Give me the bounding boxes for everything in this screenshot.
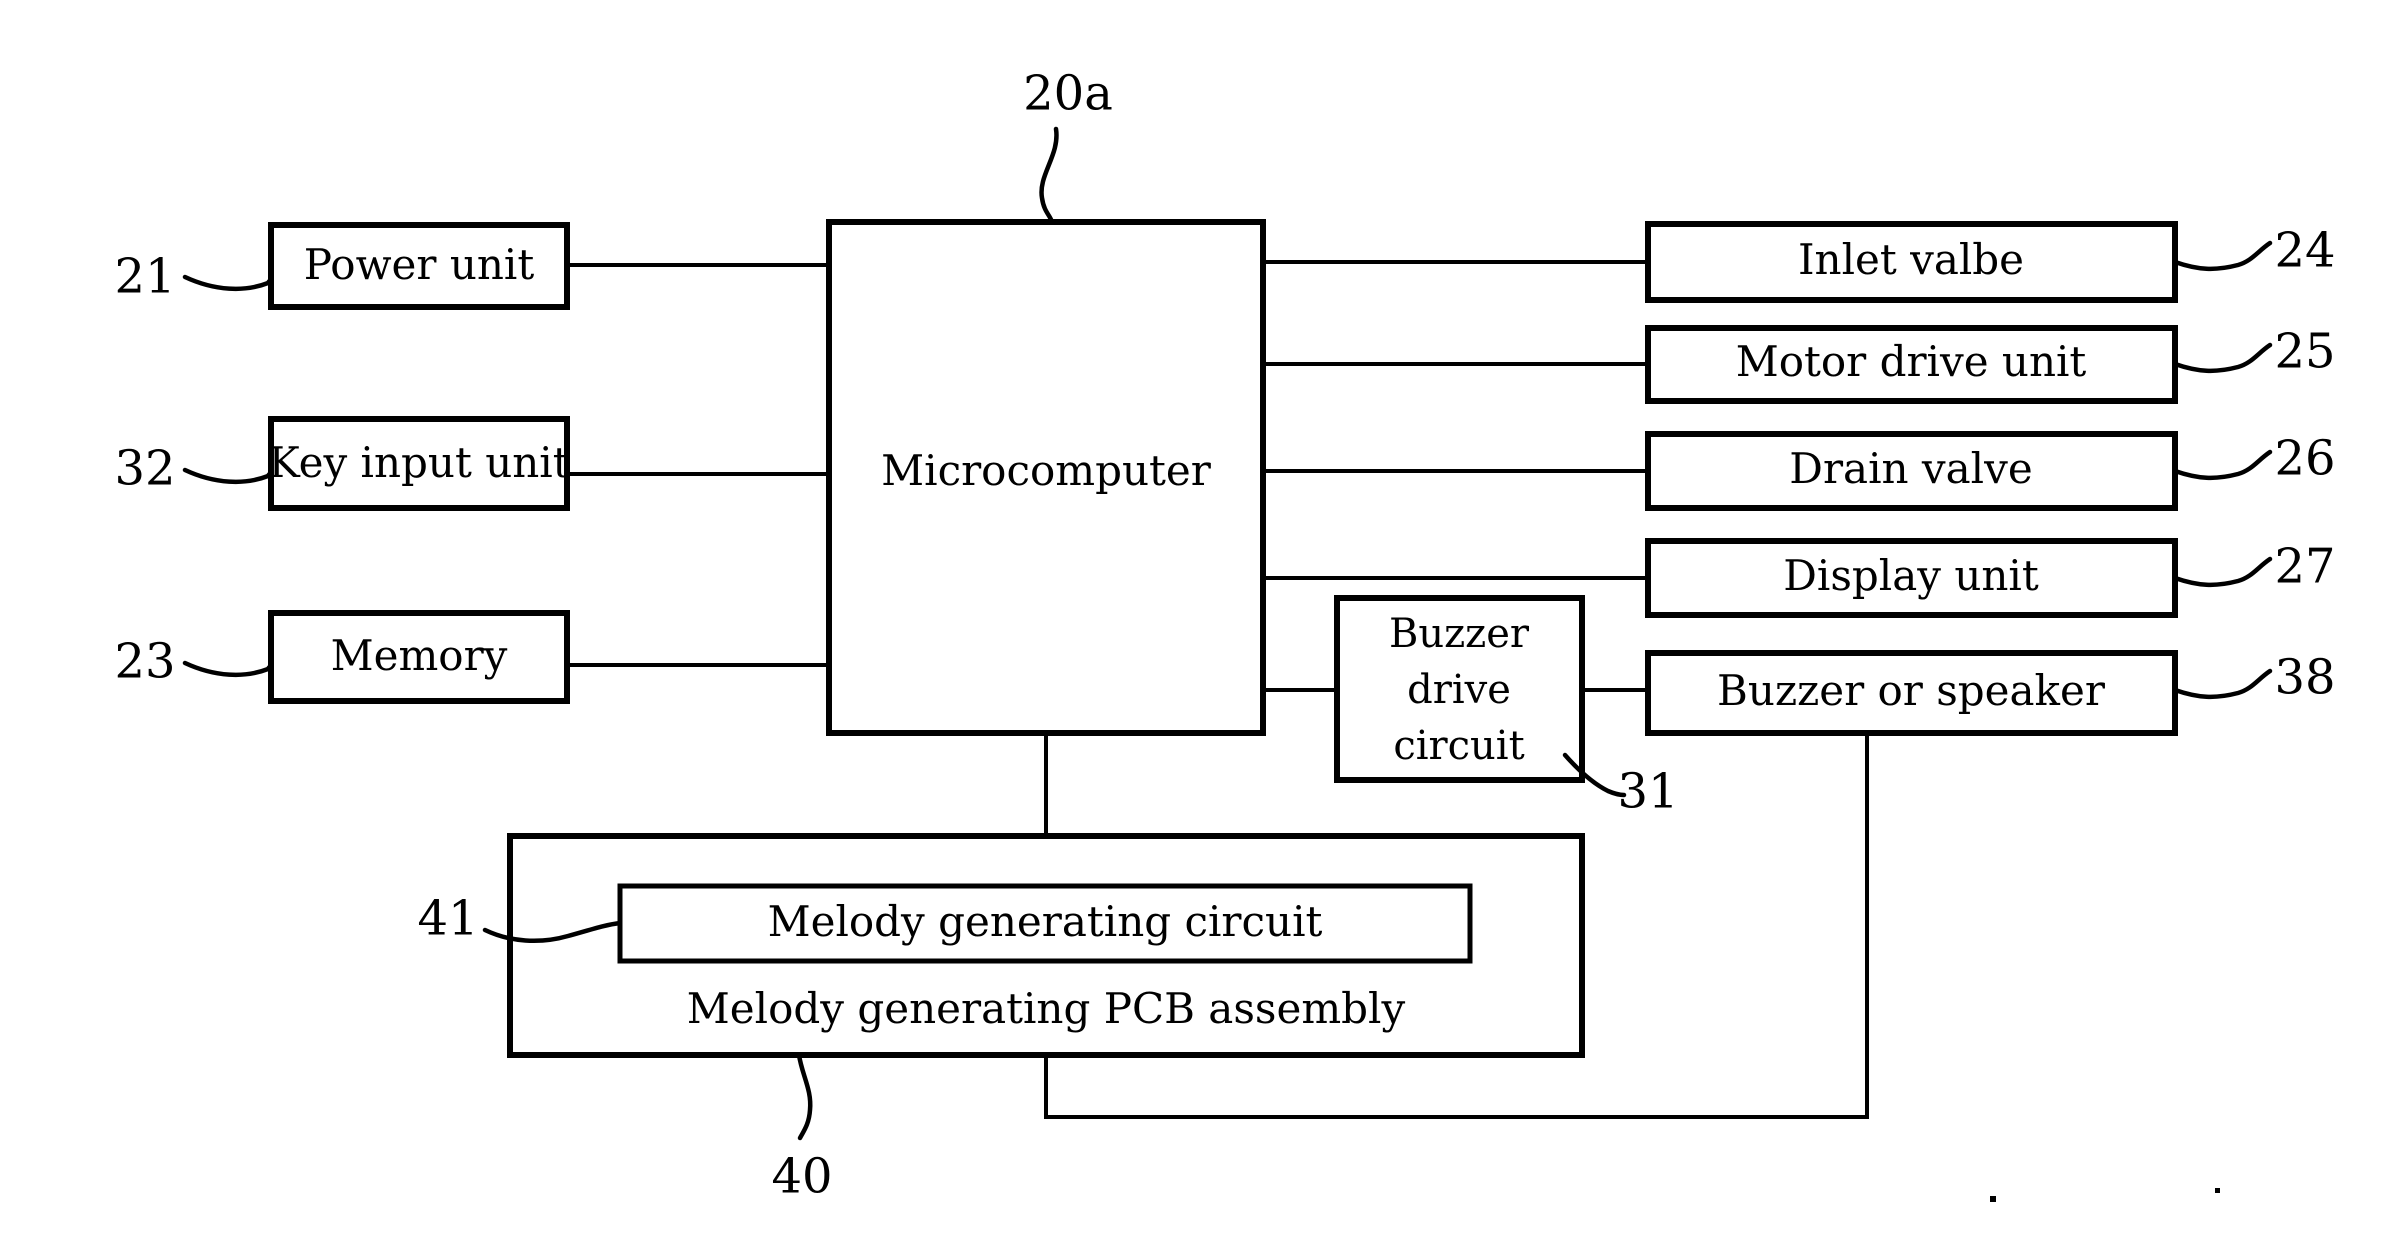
leader-line-40 (796, 1052, 813, 1141)
reference-marker-38: 38 (2172, 650, 2336, 706)
block-buzzer-drive-circuit[interactable]: Buzzer drive circuit (1334, 595, 1585, 783)
microcomputer-label: Microcomputer (881, 446, 1212, 495)
reference-marker-23: 23 (114, 634, 274, 690)
reference-marker-27: 27 (2172, 539, 2336, 595)
reference-number-26: 26 (2274, 431, 2335, 487)
block-inlet-valve[interactable]: Inlet valbe (1645, 221, 2178, 303)
buzzer-drive-circuit-label-line3: circuit (1393, 723, 1524, 769)
reference-number-40: 40 (771, 1149, 832, 1205)
leader-line-25 (2172, 342, 2273, 374)
right-column-blocks: Inlet valbe Motor drive unit Drain valve… (1645, 221, 2178, 736)
patent-figure-canvas: Power unit Key input unit Memory Microco… (0, 0, 2388, 1240)
reference-number-23: 23 (114, 634, 175, 690)
left-column-blocks: Power unit Key input unit Memory (268, 222, 570, 704)
leader-line-20a (1039, 126, 1059, 225)
reference-number-32: 32 (114, 441, 175, 497)
reference-number-25: 25 (2274, 324, 2335, 380)
reference-number-24: 24 (2274, 223, 2335, 279)
reference-number-38: 38 (2274, 650, 2335, 706)
drain-valve-label: Drain valve (1789, 444, 2032, 493)
block-memory[interactable]: Memory (268, 610, 570, 704)
leader-line-38 (2172, 668, 2273, 700)
melody-generating-pcb-label: Melody generating PCB assembly (687, 984, 1406, 1033)
memory-label: Memory (331, 631, 508, 680)
reference-marker-32: 32 (114, 441, 274, 497)
melody-generating-circuit-label: Melody generating circuit (768, 897, 1323, 946)
scan-artifact-dot-far-right (2215, 1188, 2220, 1193)
buzzer-or-speaker-label: Buzzer or speaker (1717, 666, 2106, 715)
block-power-unit[interactable]: Power unit (268, 222, 570, 310)
buzzer-drive-circuit-label-line1: Buzzer (1389, 611, 1530, 657)
block-diagram-svg: Power unit Key input unit Memory Microco… (114, 66, 2336, 1205)
leader-line-26 (2172, 449, 2273, 481)
reference-marker-26: 26 (2172, 431, 2336, 487)
reference-marker-21: 21 (114, 249, 274, 305)
leader-line-23 (182, 660, 274, 678)
key-input-unit-label: Key input unit (268, 438, 569, 487)
display-unit-label: Display unit (1783, 551, 2039, 600)
buzzer-drive-circuit-label-line2: drive (1407, 667, 1511, 713)
scan-artifact-dot-right (1990, 1196, 1996, 1202)
block-motor-drive-unit[interactable]: Motor drive unit (1645, 325, 2178, 404)
reference-number-27: 27 (2274, 539, 2335, 595)
reference-marker-24: 24 (2172, 223, 2336, 279)
leader-line-24 (2172, 240, 2273, 272)
reference-number-31: 31 (1617, 764, 1678, 820)
reference-marker-40: 40 (771, 1052, 833, 1205)
reference-marker-20a: 20a (1023, 66, 1113, 225)
block-buzzer-or-speaker[interactable]: Buzzer or speaker (1645, 650, 2178, 736)
motor-drive-unit-label: Motor drive unit (1736, 337, 2087, 386)
inlet-valve-label: Inlet valbe (1798, 235, 2024, 284)
block-microcomputer[interactable]: Microcomputer (826, 219, 1266, 736)
power-unit-label: Power unit (304, 240, 535, 289)
block-drain-valve[interactable]: Drain valve (1645, 431, 2178, 511)
block-key-input-unit[interactable]: Key input unit (268, 416, 570, 511)
reference-number-41: 41 (417, 891, 478, 947)
leader-line-27 (2172, 556, 2273, 588)
reference-number-21: 21 (114, 249, 175, 305)
block-melody-generating-pcb[interactable]: Melody generating PCB assembly Melody ge… (507, 833, 1585, 1058)
block-melody-generating-circuit[interactable]: Melody generating circuit (617, 883, 1473, 964)
reference-marker-25: 25 (2172, 324, 2336, 380)
reference-number-20a: 20a (1023, 66, 1113, 122)
leader-line-32 (182, 467, 274, 485)
block-display-unit[interactable]: Display unit (1645, 538, 2178, 618)
leader-line-21 (182, 274, 274, 292)
